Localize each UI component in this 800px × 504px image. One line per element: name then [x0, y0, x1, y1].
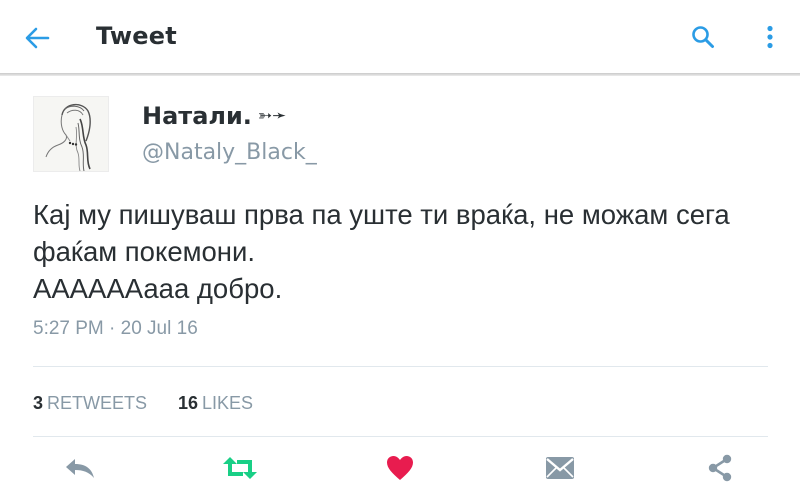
top-app-bar: Tweet	[0, 0, 800, 75]
direct-message-button[interactable]	[538, 448, 582, 488]
retweet-icon	[223, 457, 257, 479]
arrow-left-icon	[25, 27, 50, 49]
page-title: Tweet	[96, 22, 177, 50]
retweet-button[interactable]	[218, 448, 262, 488]
tweet-text: Кај му пишуваш прва па уште ти враќа, не…	[33, 196, 773, 307]
retweets-count: 3	[33, 393, 44, 413]
likes-label: LIKES	[202, 393, 254, 413]
share-button[interactable]	[698, 448, 742, 488]
envelope-icon	[546, 457, 574, 479]
more-vertical-icon	[767, 25, 773, 49]
heart-icon	[387, 456, 413, 480]
search-icon	[692, 26, 714, 48]
avatar[interactable]	[33, 96, 109, 172]
author-handle[interactable]: @Nataly_Black_	[142, 140, 317, 165]
retweets-stat[interactable]: 3 RETWEETS	[33, 393, 147, 414]
divider	[33, 366, 768, 367]
author-name[interactable]: Натали. ➳➛	[142, 102, 286, 130]
reply-button[interactable]	[58, 448, 102, 488]
reply-icon	[66, 459, 94, 478]
back-button[interactable]	[22, 24, 52, 52]
more-options-button[interactable]	[758, 22, 782, 52]
tweet-text-line: ААААААааа добро.	[33, 273, 283, 304]
tweet-text-line: фаќам покемони.	[33, 236, 256, 267]
share-icon	[708, 454, 732, 482]
like-button[interactable]	[378, 448, 422, 488]
tweet-actions-bar	[0, 448, 800, 492]
top-bar-shadow	[0, 73, 800, 76]
retweets-label: RETWEETS	[47, 393, 148, 413]
search-button[interactable]	[688, 22, 718, 52]
tweet-timestamp: 5:27 PM · 20 Jul 16	[33, 318, 198, 339]
likes-stat[interactable]: 16 LIKES	[178, 393, 253, 414]
tweet-text-line: Кај му пишуваш прва па уште ти враќа, не…	[33, 199, 730, 230]
divider	[33, 436, 768, 437]
avatar-sketch-image	[34, 97, 108, 171]
likes-count: 16	[178, 393, 199, 413]
author-name-suffix: ➳➛	[257, 106, 287, 126]
author-name-text: Натали.	[142, 102, 252, 130]
